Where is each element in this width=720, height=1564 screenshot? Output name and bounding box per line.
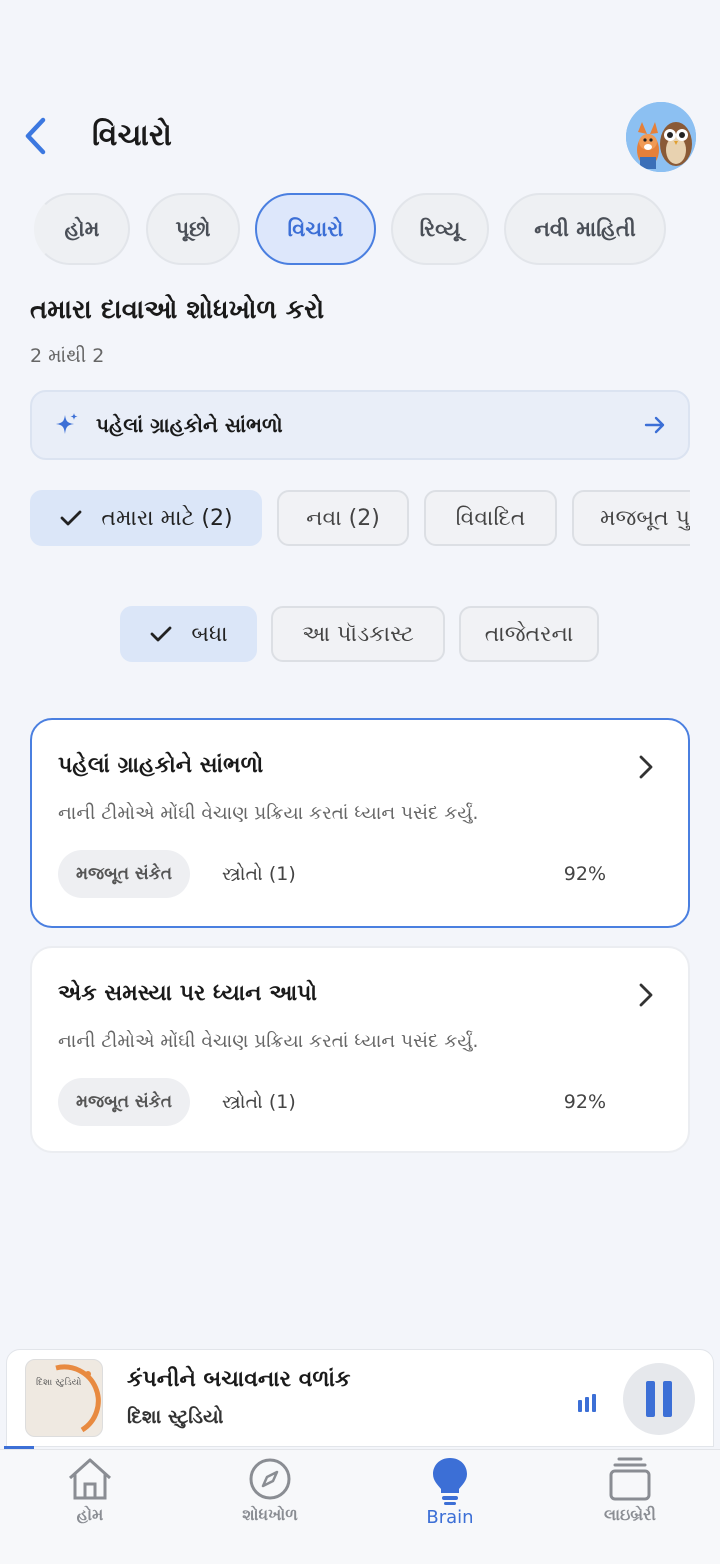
arrow-right-icon xyxy=(644,416,665,434)
sparkle-icon xyxy=(56,413,78,434)
mini-player[interactable]: દિશા સ્ટુડિયો કંપનીને બચાવનાર વળાંક દિશા… xyxy=(6,1349,714,1447)
chevron-right-icon xyxy=(639,983,653,1007)
scope-chips: બધા આ પૉડકાસ્ટ તાજેતરના xyxy=(120,606,610,662)
sources-link[interactable]: સ્ત્રોતો (1) xyxy=(222,862,296,886)
tab-new-info[interactable]: નવી માહિતી xyxy=(504,193,666,265)
filter-strong[interactable]: મજબૂત પુ xyxy=(572,490,690,546)
claim-card[interactable]: એક સમસ્યા પર ધ્યાન આપો નાની ટીમોએ મોંઘી … xyxy=(30,946,690,1153)
lightbulb-icon xyxy=(433,1458,467,1505)
check-icon xyxy=(150,626,172,642)
claim-title: પહેલાં ગ્રાહકોને સાંભળો xyxy=(58,753,264,778)
suggestion-bar[interactable]: પહેલાં ગ્રાહકોને સાંભળો xyxy=(30,390,690,460)
filter-chips: તમારા માટે (2) નવા (2) વિવાદિત મજબૂત પુ xyxy=(30,490,690,546)
filter-new[interactable]: નવા (2) xyxy=(277,490,409,546)
sources-link[interactable]: સ્ત્રોતો (1) xyxy=(222,1090,296,1114)
tab-ideas[interactable]: વિચારો xyxy=(255,193,376,265)
strength-badge: મજબૂત સંકેત xyxy=(58,1078,190,1126)
library-icon xyxy=(609,1457,651,1501)
result-count: 2 માંથી 2 xyxy=(30,345,105,367)
claim-description: નાની ટીમોએ મોંઘી વેચાણ પ્રક્રિયા કરતાં ધ… xyxy=(58,1031,479,1052)
podcast-artwork: દિશા સ્ટુડિયો xyxy=(25,1359,103,1437)
nav-home[interactable]: હોમ xyxy=(0,1450,180,1564)
pause-button[interactable] xyxy=(623,1363,695,1435)
filter-disputed[interactable]: વિવાદિત xyxy=(424,490,557,546)
header: વિચારો xyxy=(0,100,720,172)
top-tabs: હોમ પૂછો વિચારો રિવ્યૂ નવી માહિતી xyxy=(0,193,720,265)
pause-icon xyxy=(646,1381,672,1417)
nav-library[interactable]: લાઇબ્રેરી xyxy=(540,1450,720,1564)
nav-brain[interactable]: Brain xyxy=(360,1450,540,1564)
avatar-illustration xyxy=(626,102,696,172)
confidence-value: 92% xyxy=(563,863,606,885)
scope-this-podcast[interactable]: આ પૉડકાસ્ટ xyxy=(271,606,445,662)
page-title: વિચારો xyxy=(92,118,172,153)
chevron-right-icon xyxy=(639,755,653,779)
chevron-left-icon xyxy=(25,117,46,155)
publisher-name: દિશા સ્ટુડિયો xyxy=(127,1406,224,1428)
confidence-value: 92% xyxy=(563,1091,606,1113)
scope-all[interactable]: બધા xyxy=(120,606,257,662)
claim-title: એક સમસ્યા પર ધ્યાન આપો xyxy=(58,981,317,1006)
filter-for-you[interactable]: તમારા માટે (2) xyxy=(30,490,262,546)
home-icon xyxy=(68,1458,112,1500)
tab-home[interactable]: હોમ xyxy=(34,193,130,265)
nav-explore[interactable]: શોધખોળ xyxy=(180,1450,360,1564)
suggestion-label: પહેલાં ગ્રાહકોને સાંભળો xyxy=(96,413,283,437)
scope-recent[interactable]: તાજેતરના xyxy=(459,606,599,662)
bottom-nav: હોમ શોધખોળ Brain લાઇબ્રેરી xyxy=(0,1449,720,1564)
section-title: તમારા દાવાઓ શોધખોળ કરો xyxy=(30,295,325,325)
episode-title: કંપનીને બચાવનાર વળાંક xyxy=(127,1367,351,1392)
tab-ask[interactable]: પૂછો xyxy=(146,193,240,265)
compass-icon xyxy=(249,1458,291,1500)
claim-description: નાની ટીમોએ મોંઘી વેચાણ પ્રક્રિયા કરતાં ધ… xyxy=(58,803,479,824)
artwork-graphic xyxy=(55,1364,101,1433)
strength-badge: મજબૂત સંકેત xyxy=(58,850,190,898)
avatar[interactable] xyxy=(626,102,696,172)
back-button[interactable] xyxy=(18,114,54,158)
check-icon xyxy=(61,510,82,526)
artwork-text: દિશા સ્ટુડિયો xyxy=(36,1378,82,1388)
claim-card[interactable]: પહેલાં ગ્રાહકોને સાંભળો નાની ટીમોએ મોંઘી… xyxy=(30,718,690,928)
tab-review[interactable]: રિવ્યૂ xyxy=(391,193,489,265)
equalizer-icon xyxy=(578,1394,596,1412)
